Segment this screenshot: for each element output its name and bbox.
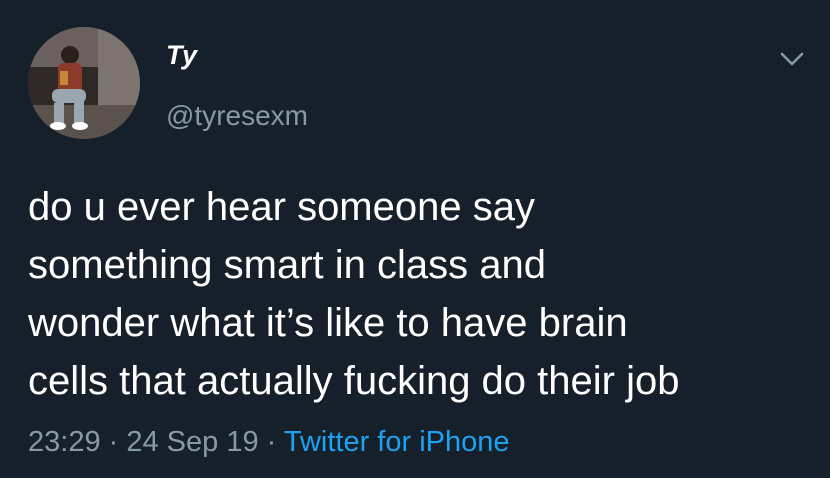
tweet-text-line: do u ever hear someone say <box>28 185 535 229</box>
user-handle[interactable]: @tyresexm <box>166 100 308 132</box>
avatar[interactable] <box>28 27 140 139</box>
tweet-text: do u ever hear someone say something sma… <box>28 178 818 410</box>
tweet-text-line: cells that actually fucking do their job <box>28 359 680 403</box>
meta-separator: · <box>100 426 127 458</box>
chevron-down-icon[interactable] <box>777 47 807 71</box>
tweet-text-line: wonder what it’s like to have brain <box>28 301 628 345</box>
tweet-time[interactable]: 23:29 <box>28 426 101 458</box>
tweet-metadata: 23:29 · 24 Sep 19 · Twitter for iPhone <box>28 426 510 459</box>
meta-separator: · <box>258 426 284 458</box>
tweet-source-link[interactable]: Twitter for iPhone <box>284 426 510 458</box>
tweet-date[interactable]: 24 Sep 19 <box>126 426 258 458</box>
tweet-text-line: something smart in class and <box>28 243 547 287</box>
tweet-card: Ty @tyresexm do u ever hear someone say … <box>0 0 830 478</box>
display-name[interactable]: Ty <box>166 40 198 71</box>
profile-photo-icon <box>28 27 140 139</box>
